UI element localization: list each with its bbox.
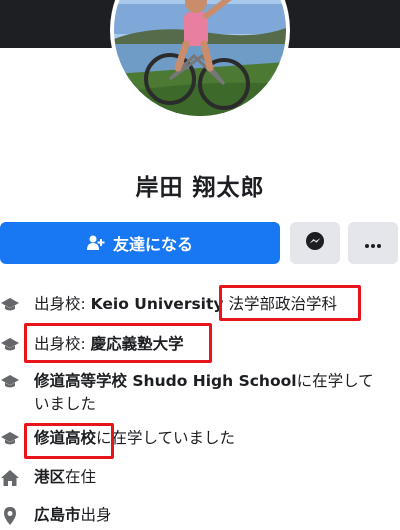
messenger-icon — [305, 231, 325, 255]
graduation-cap-icon — [0, 429, 20, 449]
add-person-icon — [86, 235, 105, 251]
more-dots-icon — [364, 234, 382, 253]
add-friend-button[interactable]: 友達になる — [0, 222, 280, 264]
graduation-cap-icon — [0, 372, 20, 392]
messenger-button[interactable] — [290, 222, 340, 264]
home-icon — [0, 468, 20, 488]
graduation-cap-icon — [0, 335, 20, 355]
highlight-box-university — [24, 323, 212, 363]
highlight-box-high-school — [24, 423, 114, 459]
profile-picture-frame — [110, 0, 290, 120]
more-options-button[interactable] — [348, 222, 398, 264]
highlight-box-faculty — [219, 285, 361, 321]
avatar[interactable] — [114, 0, 286, 116]
location-pin-icon — [0, 506, 20, 526]
profile-name: 岸田 翔太郎 — [135, 175, 265, 201]
graduation-cap-icon — [0, 295, 20, 315]
profile-photo-image — [114, 0, 286, 116]
add-friend-label: 友達になる — [112, 235, 193, 254]
